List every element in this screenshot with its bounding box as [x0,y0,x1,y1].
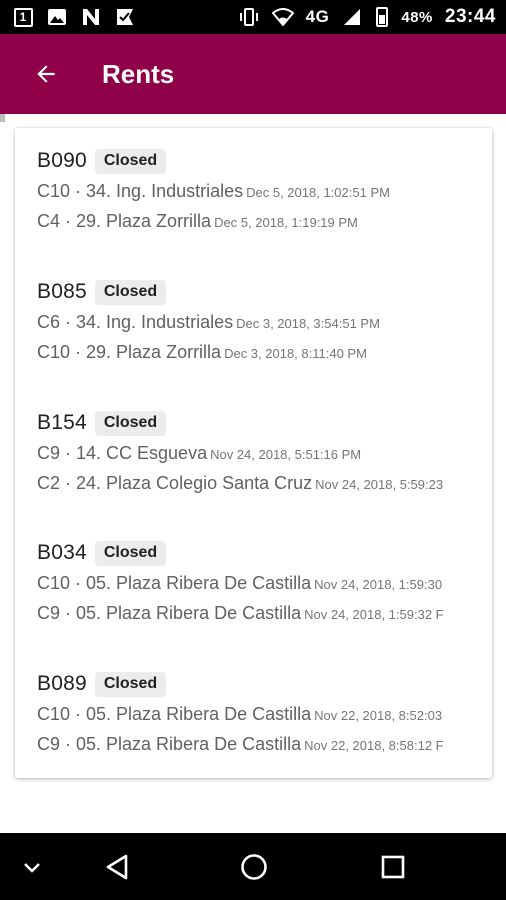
station-label: C10 · 05. Plaza Ribera De Castilla [37,704,312,724]
battery-percent: 48% [401,8,433,26]
timestamp: Nov 22, 2018, 8:58:12 F [304,738,444,753]
station-label: C10 · 05. Plaza Ribera De Castilla [37,573,312,593]
bike-id: B034 [37,541,87,564]
rent-item[interactable]: B085 Closed C6 · 34. Ing. Industriales De… [37,277,492,367]
timestamp: Dec 3, 2018, 8:11:40 PM [224,346,367,361]
status-badge: Closed [94,671,167,697]
rent-leg-end: C9 · 05. Plaza Ribera De Castilla Nov 22,… [37,729,492,759]
nav-recents-button[interactable] [371,833,415,900]
battery-icon [375,7,389,27]
bike-id: B154 [37,411,87,434]
rent-item[interactable]: B089 Closed C10 · 05. Plaza Ribera De Ca… [37,669,492,759]
rent-leg-start: C10 · 05. Plaza Ribera De Castilla Nov 22… [37,699,492,729]
status-badge: Closed [94,148,167,174]
rents-card: B090 Closed C10 · 34. Ing. Industriales D… [15,128,492,778]
triangle-back-icon [106,854,128,879]
station-label: C4 · 29. Plaza Zorrilla [37,211,212,231]
rent-leg-start: C6 · 34. Ing. Industriales Dec 3, 2018, 3… [37,307,492,337]
bike-id: B085 [37,280,87,303]
timestamp: Nov 24, 2018, 5:51:16 PM [210,447,362,462]
wifi-icon [271,7,294,27]
network-type: 4G [305,7,330,26]
rent-leg-end: C9 · 05. Plaza Ribera De Castilla Nov 24,… [37,598,492,628]
clock: 23:44 [444,6,496,27]
station-label: C9 · 05. Plaza Ribera De Castilla [37,603,302,623]
n-app-icon [80,7,102,27]
rent-leg-end: C2 · 24. Plaza Colegio Santa Cruz Nov 24,… [37,468,492,498]
circle-home-icon [241,853,267,880]
timestamp: Nov 24, 2018, 1:59:30 [314,577,443,592]
chevron-down-icon [24,862,40,873]
rent-leg-start: C10 · 34. Ing. Industriales Dec 5, 2018, … [37,176,492,206]
rent-leg-start: C10 · 05. Plaza Ribera De Castilla Nov 24… [37,568,492,598]
rent-item[interactable]: B034 Closed C10 · 05. Plaza Ribera De Ca… [37,538,492,628]
bike-id: B089 [37,672,87,695]
station-label: C10 · 34. Ing. Industriales [37,181,244,201]
station-label: C6 · 34. Ing. Industriales [37,312,234,332]
status-bar: 1 4G 48% 23:44 [0,0,506,34]
rent-item[interactable]: B090 Closed C10 · 34. Ing. Industriales D… [37,146,492,236]
bike-id: B090 [37,149,87,172]
page-title: Rents [102,58,175,89]
station-label: C2 · 24. Plaza Colegio Santa Cruz [37,473,313,493]
timestamp: Nov 24, 2018, 5:59:23 [315,477,444,492]
timestamp: Nov 22, 2018, 8:52:03 [314,708,443,723]
back-button[interactable] [16,44,76,104]
notification-count: 1 [13,7,33,27]
status-badge: Closed [94,410,167,436]
timestamp: Dec 5, 2018, 1:02:51 PM [246,185,390,200]
station-label: C9 · 05. Plaza Ribera De Castilla [37,734,302,754]
rent-leg-end: C4 · 29. Plaza Zorrilla Dec 5, 2018, 1:19… [37,206,492,236]
check-shield-icon [114,7,136,27]
hide-keyboard-button[interactable] [14,833,50,900]
navigation-bar [0,833,506,900]
image-icon [46,7,68,27]
nav-back-button[interactable] [95,833,139,900]
square-recents-icon [381,855,405,878]
timestamp: Nov 24, 2018, 1:59:32 F [304,607,444,622]
timestamp: Dec 5, 2018, 1:19:19 PM [214,215,358,230]
signal-icon [341,7,363,27]
vibrate-icon [238,7,260,27]
station-label: C9 · 14. CC Esgueva [37,443,208,463]
rent-leg-start: C9 · 14. CC Esgueva Nov 24, 2018, 5:51:16… [37,438,492,468]
notification-count-icon: 1 [12,7,34,27]
scroll-indicator [0,114,5,122]
status-badge: Closed [94,279,167,305]
rent-leg-end: C10 · 29. Plaza Zorrilla Dec 3, 2018, 8:1… [37,337,492,367]
nav-home-button[interactable] [232,833,276,900]
station-label: C10 · 29. Plaza Zorrilla [37,342,222,362]
rent-item[interactable]: B154 Closed C9 · 14. CC Esgueva Nov 24, 2… [37,408,492,498]
timestamp: Dec 3, 2018, 3:54:51 PM [236,316,380,331]
app-bar: Rents [0,34,506,114]
status-badge: Closed [94,540,167,566]
arrow-left-icon [37,65,55,83]
